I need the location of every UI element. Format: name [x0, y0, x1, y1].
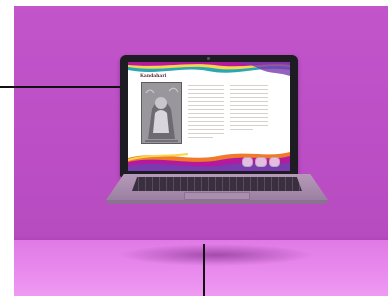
laptop-screen: Kandahari — [128, 62, 290, 171]
text-column-left — [188, 85, 224, 141]
scene: Kandahari — [0, 0, 388, 296]
prev-page-button[interactable] — [242, 157, 254, 167]
keyboard — [132, 177, 302, 191]
callout-line-left — [0, 86, 132, 88]
callout-line-bottom — [203, 244, 205, 296]
top-wave-decoration — [128, 62, 290, 76]
page-nav-controls[interactable] — [242, 157, 280, 167]
laptop-base — [106, 174, 328, 206]
laptop-shadow — [118, 244, 314, 266]
trackpad — [184, 192, 250, 200]
laptop-lid: Kandahari — [120, 55, 298, 177]
text-column-right — [230, 85, 268, 133]
webcam-icon — [207, 57, 210, 60]
home-button[interactable] — [255, 157, 267, 167]
book-title: Kandahari — [140, 74, 167, 79]
laptop-front-edge — [106, 200, 328, 204]
next-page-button[interactable] — [268, 157, 280, 167]
book-illustration — [141, 82, 182, 144]
